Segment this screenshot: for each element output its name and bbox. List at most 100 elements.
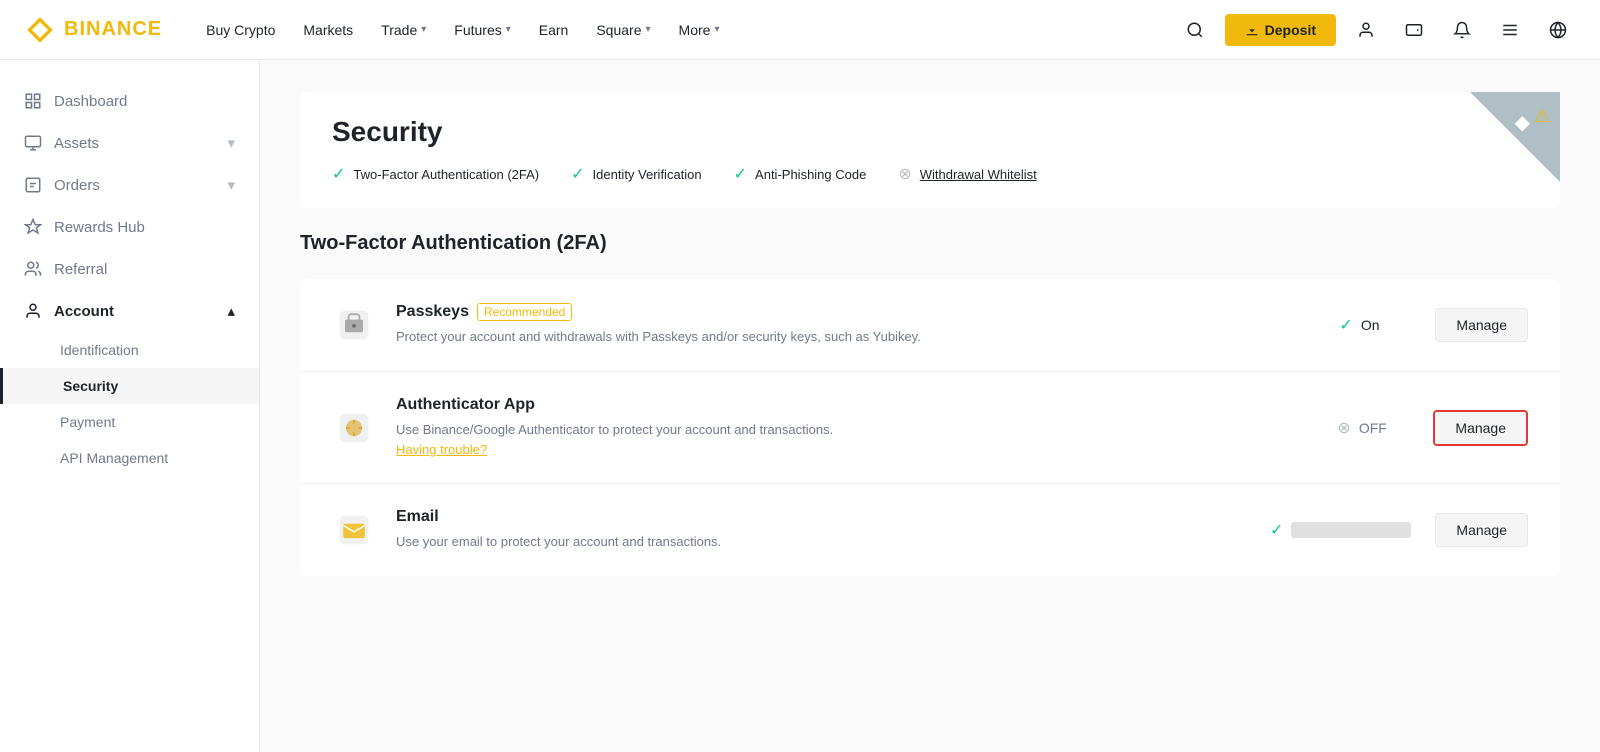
binance-logo-icon [24, 14, 56, 46]
sidebar-subitem-payment[interactable]: Payment [0, 404, 259, 440]
page-title: Security [332, 116, 1528, 148]
nav-more[interactable]: More ▾ [667, 14, 732, 46]
chevron-down-icon: ▾ [506, 24, 511, 35]
authenticator-icon [332, 406, 376, 450]
referral-icon [24, 260, 42, 278]
email-content: Email Use your email to protect your acc… [396, 508, 1246, 552]
chevron-up-icon: ▴ [227, 302, 235, 320]
orders-icon [24, 176, 42, 194]
search-icon [1186, 21, 1204, 39]
page-header: Security ✓ Two-Factor Authentication (2F… [300, 92, 1560, 208]
passkeys-manage-button[interactable]: Manage [1435, 308, 1528, 342]
dashboard-icon [24, 92, 42, 110]
passkeys-row: Passkeys Recommended Protect your accoun… [300, 279, 1560, 372]
search-button[interactable] [1177, 12, 1213, 48]
email-desc: Use your email to protect your account a… [396, 532, 1246, 552]
nav-square[interactable]: Square ▾ [584, 14, 662, 46]
trouble-link[interactable]: Having trouble? [396, 442, 487, 457]
passkeys-desc: Protect your account and withdrawals wit… [396, 327, 1315, 347]
chevron-down-icon: ▾ [714, 24, 719, 35]
chevron-down-icon: ▾ [421, 24, 426, 35]
email-manage-button[interactable]: Manage [1435, 513, 1528, 547]
2fa-section-title: Two-Factor Authentication (2FA) [300, 232, 1560, 255]
authenticator-desc: Use Binance/Google Authenticator to prot… [396, 420, 1313, 459]
sidebar-item-referral[interactable]: Referral [0, 248, 259, 290]
chevron-down-icon: ▾ [227, 176, 235, 194]
sidebar-item-dashboard[interactable]: Dashboard [0, 80, 259, 122]
authenticator-svg-icon [336, 410, 372, 446]
deposit-icon [1245, 23, 1259, 37]
page-layout: Dashboard Assets ▾ Orders ▾ [0, 0, 1600, 752]
chevron-down-icon: ▾ [227, 134, 235, 152]
passkeys-status: ✓ On [1315, 315, 1435, 335]
nav-trade[interactable]: Trade ▾ [369, 14, 438, 46]
nav-markets[interactable]: Markets [291, 14, 365, 46]
grey-circle-icon: ⊗ [898, 164, 911, 184]
badge-2fa: ✓ Two-Factor Authentication (2FA) [332, 164, 539, 184]
sidebar-subitem-identification[interactable]: Identification [0, 332, 259, 368]
check-icon: ✓ [1270, 520, 1283, 540]
passkeys-title: Passkeys Recommended [396, 303, 1315, 321]
sidebar-subitem-security[interactable]: Security [0, 368, 259, 404]
email-svg-icon [336, 512, 372, 548]
sidebar-item-account[interactable]: Account ▴ [0, 290, 259, 332]
badge-identity: ✓ Identity Verification [571, 164, 702, 184]
email-icon [332, 508, 376, 552]
badge-withdrawal[interactable]: ⊗ Withdrawal Whitelist [898, 164, 1036, 184]
deposit-button[interactable]: Deposit [1225, 14, 1336, 46]
sidebar-subitem-api-management[interactable]: API Management [0, 440, 259, 476]
logo[interactable]: BINANCE [24, 14, 162, 46]
globe-icon [1549, 21, 1567, 39]
email-row: Email Use your email to protect your acc… [300, 484, 1560, 576]
recommended-badge: Recommended [477, 303, 572, 321]
check-icon: ✓ [571, 164, 584, 184]
check-icon: ✓ [332, 164, 345, 184]
language-button[interactable] [1540, 12, 1576, 48]
check-icon: ✓ [734, 164, 747, 184]
badge-antiphishing: ✓ Anti-Phishing Code [734, 164, 867, 184]
passkey-svg-icon [336, 307, 372, 343]
nav-buy-crypto[interactable]: Buy Crypto [194, 14, 287, 46]
bell-icon [1453, 21, 1471, 39]
top-navigation: BINANCE Buy Crypto Markets Trade ▾ Futur… [0, 0, 1600, 60]
authenticator-content: Authenticator App Use Binance/Google Aut… [396, 396, 1313, 459]
authenticator-manage-button[interactable]: Manage [1433, 410, 1528, 446]
menu-icon [1501, 21, 1519, 39]
rewards-icon [24, 218, 42, 236]
security-badges: ✓ Two-Factor Authentication (2FA) ✓ Iden… [332, 164, 1528, 184]
user-icon [1357, 21, 1375, 39]
nav-links: Buy Crypto Markets Trade ▾ Futures ▾ Ear… [194, 14, 1177, 46]
nav-actions: Deposit [1177, 12, 1576, 48]
profile-button[interactable] [1348, 12, 1384, 48]
chevron-down-icon: ▾ [646, 24, 651, 35]
authenticator-title: Authenticator App [396, 396, 1313, 414]
diamond-icon: ◆ [1515, 110, 1530, 135]
email-status: ✓ [1246, 520, 1435, 540]
passkeys-content: Passkeys Recommended Protect your accoun… [396, 303, 1315, 347]
notifications-button[interactable] [1444, 12, 1480, 48]
passkeys-icon [332, 303, 376, 347]
wallet-icon [1405, 21, 1423, 39]
logo-text: BINANCE [64, 18, 162, 41]
warning-icon: ⚠ [1534, 106, 1550, 127]
email-value-redacted [1291, 522, 1411, 538]
account-icon [24, 302, 42, 320]
sidebar-item-assets[interactable]: Assets ▾ [0, 122, 259, 164]
authenticator-row: Authenticator App Use Binance/Google Aut… [300, 372, 1560, 484]
sidebar: Dashboard Assets ▾ Orders ▾ [0, 60, 260, 752]
promo-banner: ◆ ⚠ [1470, 92, 1560, 182]
sidebar-item-rewards-hub[interactable]: Rewards Hub [0, 206, 259, 248]
email-title: Email [396, 508, 1246, 526]
wallet-button[interactable] [1396, 12, 1432, 48]
account-menu-button[interactable] [1492, 12, 1528, 48]
check-icon: ✓ [1339, 315, 1352, 335]
authenticator-status: ⊗ OFF [1313, 418, 1433, 438]
sidebar-item-orders[interactable]: Orders ▾ [0, 164, 259, 206]
grey-x-icon: ⊗ [1337, 418, 1350, 438]
2fa-cards: Passkeys Recommended Protect your accoun… [300, 279, 1560, 576]
assets-icon [24, 134, 42, 152]
nav-earn[interactable]: Earn [527, 14, 581, 46]
2fa-section: Two-Factor Authentication (2FA) [300, 232, 1560, 576]
main-content: Security ✓ Two-Factor Authentication (2F… [260, 60, 1600, 752]
nav-futures[interactable]: Futures ▾ [442, 14, 523, 46]
